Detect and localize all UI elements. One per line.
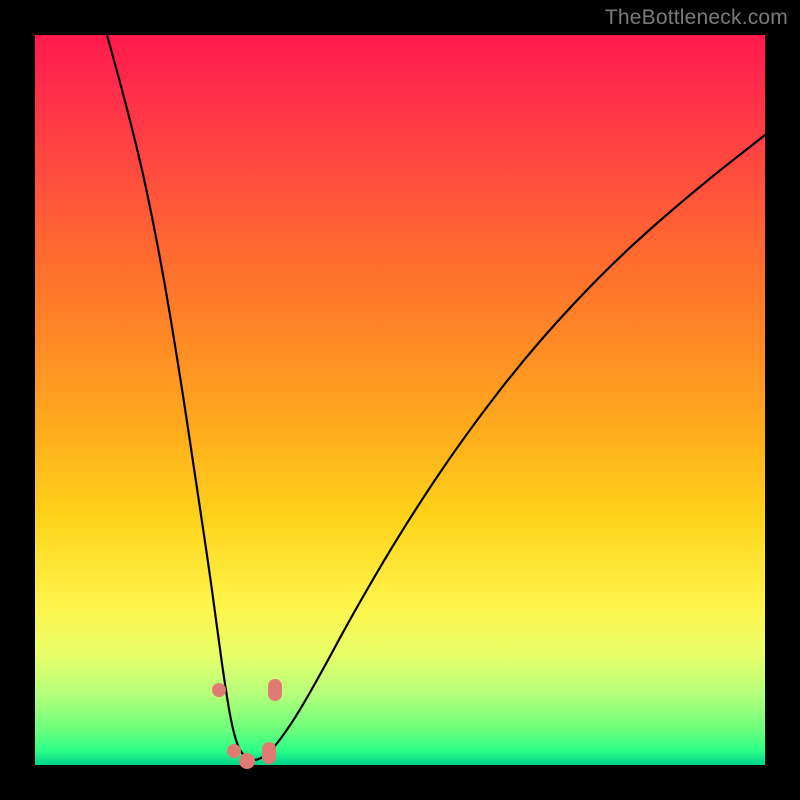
- watermark-text: TheBottleneck.com: [605, 6, 788, 30]
- chart-frame: TheBottleneck.com: [0, 0, 800, 800]
- data-marker: [212, 683, 226, 697]
- data-marker: [268, 679, 282, 701]
- data-marker: [262, 742, 276, 764]
- data-marker: [239, 753, 255, 769]
- plot-area: [35, 35, 765, 765]
- bottleneck-curve: [107, 35, 765, 760]
- marker-group: [212, 679, 282, 769]
- data-marker: [227, 744, 241, 758]
- curve-svg: [35, 35, 765, 765]
